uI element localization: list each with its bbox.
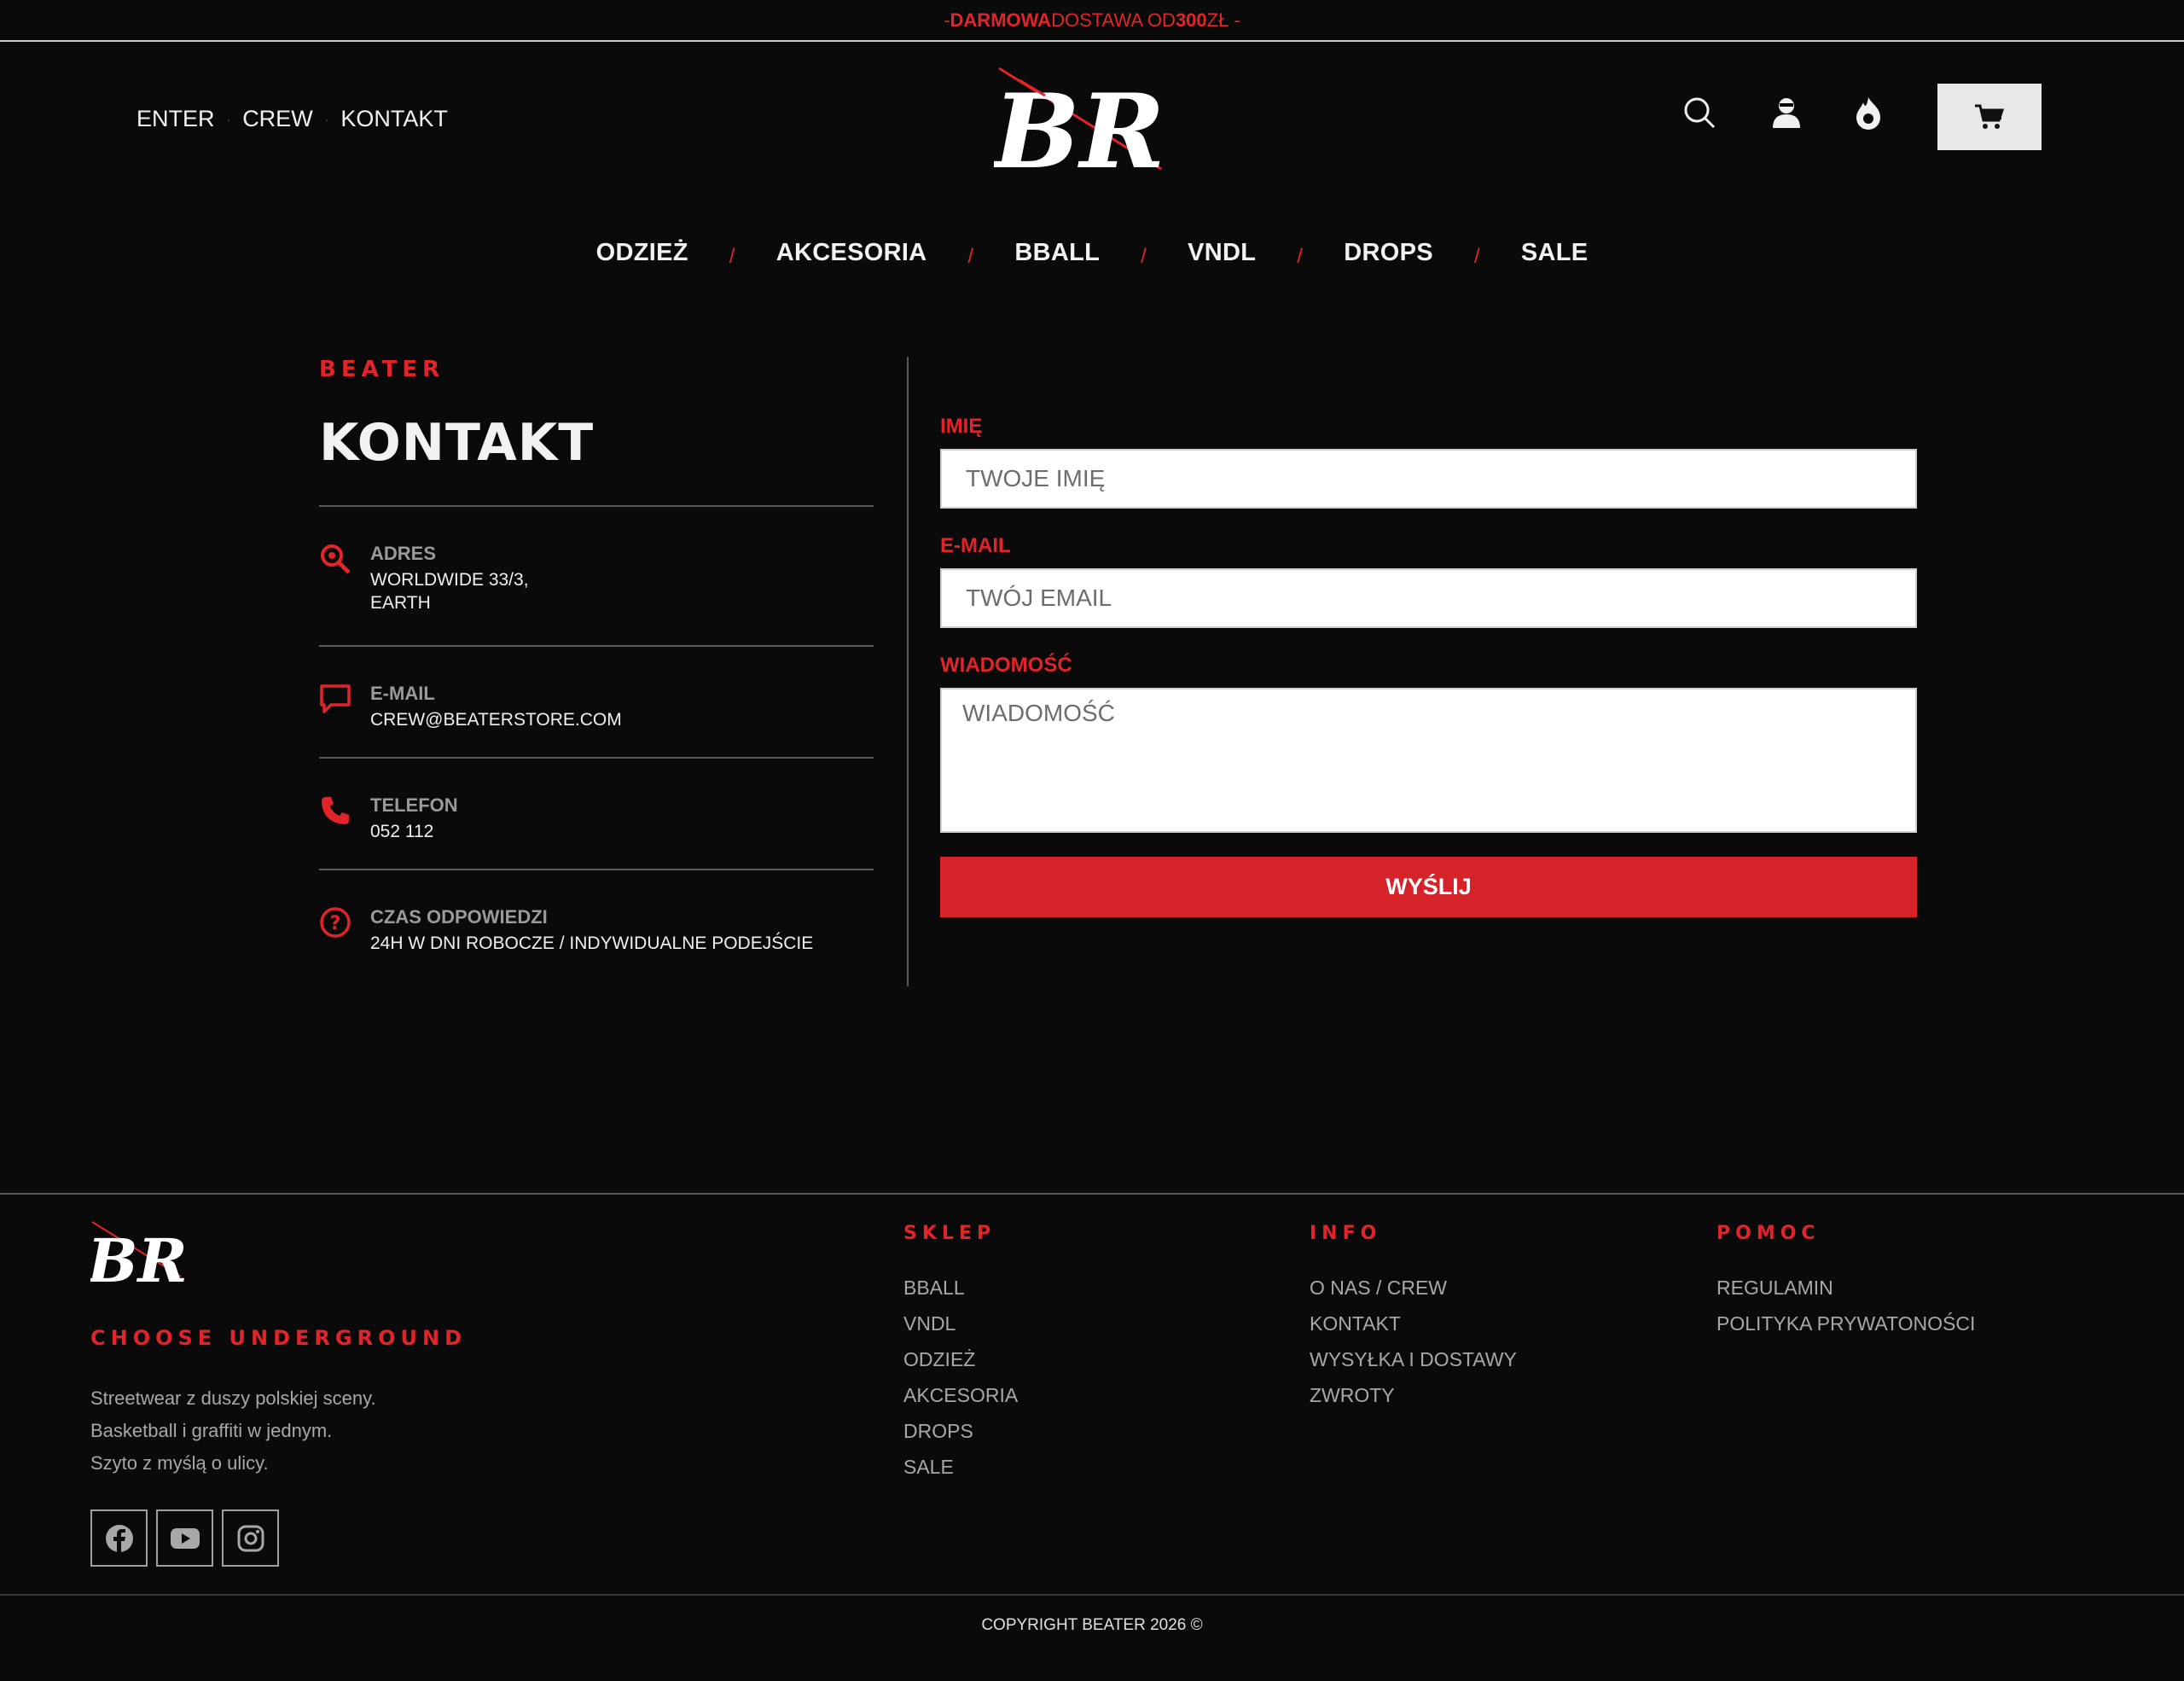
divider <box>319 505 874 507</box>
footer-help-title: POMOC <box>1716 1223 1821 1244</box>
footer-bottom-divider <box>0 1594 2184 1596</box>
footer-link-returns[interactable]: ZWROTY <box>1310 1377 1517 1413</box>
nav-odziez[interactable]: ODZIEŻ <box>596 239 688 267</box>
nav-separator: / <box>967 244 974 268</box>
header-links: ENTER · CREW · KONTAKT <box>136 106 448 132</box>
footer-link-shipping[interactable]: WYSYŁKA I DOSTAWY <box>1310 1341 1517 1377</box>
copyright: COPYRIGHT BEATER 2026 © <box>981 1616 1203 1634</box>
address-label: ADRES <box>370 543 437 564</box>
svg-text:BR: BR <box>90 1225 184 1293</box>
footer-divider <box>0 1193 2184 1195</box>
youtube-button[interactable] <box>156 1509 213 1567</box>
message-textarea[interactable]: WIADOMOŚĆ <box>940 688 1917 833</box>
response-time-value: 24H W DNI ROBOCZE / INDYWIDUALNE PODEJŚC… <box>370 934 814 953</box>
footer-shop-title: SKLEP <box>903 1223 996 1244</box>
nav-bball[interactable]: BBALL <box>1014 239 1100 267</box>
name-input[interactable]: TWOJE IMIĘ <box>940 449 1917 509</box>
social-links <box>90 1509 279 1567</box>
header-link-kontakt[interactable]: KONTAKT <box>340 106 448 132</box>
message-label: WIADOMOŚĆ <box>940 654 1072 677</box>
address-line2: EARTH <box>370 593 431 613</box>
footer-description: Streetwear z duszy polskiej sceny. Baske… <box>90 1387 376 1474</box>
header-link-separator: · <box>226 112 231 126</box>
phone-row: TELEFON 052 112 <box>319 794 874 843</box>
location-search-icon <box>319 543 351 575</box>
brand-label: BEATER <box>319 357 445 382</box>
footer-link-about[interactable]: O NAS / CREW <box>1310 1270 1517 1306</box>
footer-info-column: INFO O NAS / CREW KONTAKT WYSYŁKA I DOST… <box>1310 1223 1517 1413</box>
page-title: KONTAKT <box>319 413 595 473</box>
cart-icon <box>1975 104 2005 129</box>
main-navigation: ODZIEŻ / AKCESORIA / BBALL / VNDL / DROP… <box>0 239 2184 268</box>
question-icon: ? <box>319 906 351 939</box>
flame-icon <box>1856 97 1880 130</box>
phone-label: TELEFON <box>370 794 458 816</box>
footer-logo[interactable]: BR <box>85 1220 188 1296</box>
svg-text:BR: BR <box>994 72 1165 192</box>
footer-link-bball[interactable]: BBALL <box>903 1270 1018 1306</box>
svg-text:?: ? <box>330 913 341 934</box>
phone-value[interactable]: 052 112 <box>370 820 458 843</box>
footer-link-terms[interactable]: REGULAMIN <box>1716 1270 1975 1306</box>
youtube-icon <box>170 1527 200 1549</box>
nav-separator: / <box>1141 244 1147 268</box>
footer-info-title: INFO <box>1310 1223 1382 1244</box>
instagram-button[interactable] <box>222 1509 279 1567</box>
footer-tagline: CHOOSE UNDERGROUND <box>90 1326 467 1350</box>
brand-logo[interactable]: BR <box>990 65 1165 197</box>
email-value[interactable]: CREW@BEATERSTORE.COM <box>370 708 622 731</box>
divider <box>319 869 874 870</box>
user-icon <box>1773 98 1800 128</box>
hot-drops-button[interactable] <box>1848 92 1889 133</box>
account-button[interactable] <box>1766 92 1807 133</box>
footer-shop-column: SKLEP BBALL VNDL ODZIEŻ AKCESORIA DROPS … <box>903 1223 1018 1485</box>
phone-icon <box>319 794 351 827</box>
facebook-icon <box>105 1524 133 1552</box>
header-link-separator: · <box>324 112 329 126</box>
header-link-enter[interactable]: ENTER <box>136 106 215 132</box>
cart-button[interactable] <box>1937 84 2042 150</box>
nav-sale[interactable]: SALE <box>1521 239 1589 267</box>
email-label: E-MAIL <box>370 683 435 704</box>
email-row: E-MAIL CREW@BEATERSTORE.COM <box>319 683 874 731</box>
search-icon <box>1684 97 1716 129</box>
facebook-button[interactable] <box>90 1509 148 1567</box>
footer-link-vndl[interactable]: VNDL <box>903 1306 1018 1341</box>
nav-vndl[interactable]: VNDL <box>1188 239 1256 267</box>
response-time-label: CZAS ODPOWIEDZI <box>370 906 548 928</box>
header-link-crew[interactable]: CREW <box>242 106 313 132</box>
search-button[interactable] <box>1679 92 1720 133</box>
footer-link-contact[interactable]: KONTAKT <box>1310 1306 1517 1341</box>
nav-separator: / <box>729 244 735 268</box>
divider <box>319 645 874 647</box>
email-field-label: E-MAIL <box>940 534 1011 557</box>
footer-help-column: POMOC REGULAMIN POLITYKA PRYWATONOŚCI <box>1716 1223 1975 1341</box>
free-shipping-banner: - DARMOWA DOSTAWA OD 300 ZŁ - <box>0 0 2184 42</box>
contact-form: IMIĘ TWOJE IMIĘ E-MAIL TWÓJ EMAIL WIADOM… <box>940 415 1917 917</box>
footer-link-drops[interactable]: DROPS <box>903 1413 1018 1449</box>
chat-icon <box>319 683 351 715</box>
vertical-divider <box>907 357 909 986</box>
nav-akcesoria[interactable]: AKCESORIA <box>776 239 927 267</box>
nav-separator: / <box>1297 244 1304 268</box>
name-label: IMIĘ <box>940 415 983 438</box>
footer-link-odziez[interactable]: ODZIEŻ <box>903 1341 1018 1377</box>
footer-link-akcesoria[interactable]: AKCESORIA <box>903 1377 1018 1413</box>
footer-link-sale[interactable]: SALE <box>903 1449 1018 1485</box>
nav-separator: / <box>1473 244 1480 268</box>
email-input[interactable]: TWÓJ EMAIL <box>940 568 1917 628</box>
divider <box>319 757 874 759</box>
address-row: ADRES WORLDWIDE 33/3, EARTH <box>319 543 874 614</box>
instagram-icon <box>237 1525 264 1551</box>
submit-button[interactable]: WYŚLIJ <box>940 857 1917 917</box>
response-time-row: ? CZAS ODPOWIEDZI 24H W DNI ROBOCZE / IN… <box>319 906 874 955</box>
footer-link-privacy[interactable]: POLITYKA PRYWATONOŚCI <box>1716 1306 1975 1341</box>
contact-info: BEATER KONTAKT ADRES WORLDWIDE 33/3, EAR… <box>319 357 874 955</box>
nav-drops[interactable]: DROPS <box>1344 239 1433 267</box>
address-line1: WORLDWIDE 33/3, <box>370 570 529 590</box>
